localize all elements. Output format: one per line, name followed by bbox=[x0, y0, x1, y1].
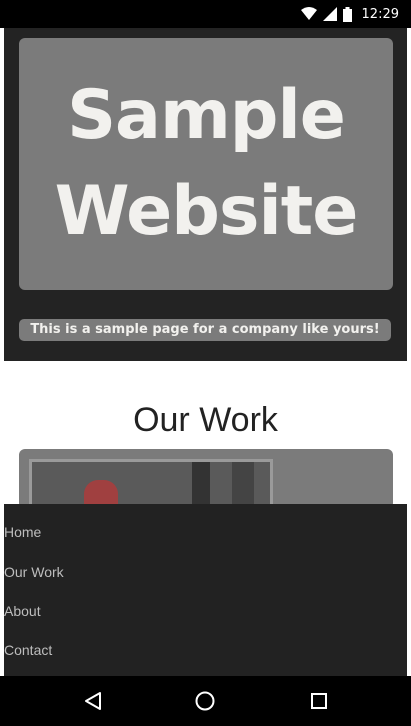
hero-section: Sample Website This is a sample page for… bbox=[4, 28, 407, 361]
tagline: This is a sample page for a company like… bbox=[19, 319, 391, 341]
nav-item-contact[interactable]: Contact bbox=[4, 642, 52, 658]
nav-menu: Home Our Work About Contact bbox=[4, 504, 407, 676]
hero-banner: Sample Website bbox=[19, 38, 393, 290]
site-title-line1: Sample bbox=[67, 76, 346, 155]
nav-item-home[interactable]: Home bbox=[4, 524, 41, 540]
our-work-heading: Our Work bbox=[133, 401, 278, 439]
status-time: 12:29 bbox=[361, 6, 399, 22]
status-icons: 12:29 bbox=[300, 0, 399, 28]
nav-item-our-work[interactable]: Our Work bbox=[4, 564, 64, 580]
home-icon[interactable] bbox=[192, 688, 218, 714]
wifi-icon bbox=[300, 7, 317, 21]
thumbnail-shape bbox=[232, 462, 254, 509]
site-title-line2: Website bbox=[54, 172, 359, 251]
thumbnail-shape bbox=[192, 462, 210, 509]
system-nav-bar bbox=[0, 676, 411, 726]
recents-icon[interactable] bbox=[306, 688, 332, 714]
battery-icon bbox=[342, 6, 352, 22]
status-bar: 12:29 bbox=[0, 0, 411, 28]
work-thumbnail-image[interactable] bbox=[29, 459, 273, 509]
nav-item-about[interactable]: About bbox=[4, 603, 41, 619]
work-card[interactable] bbox=[19, 449, 393, 509]
back-icon[interactable] bbox=[80, 688, 106, 714]
signal-icon bbox=[322, 7, 337, 21]
